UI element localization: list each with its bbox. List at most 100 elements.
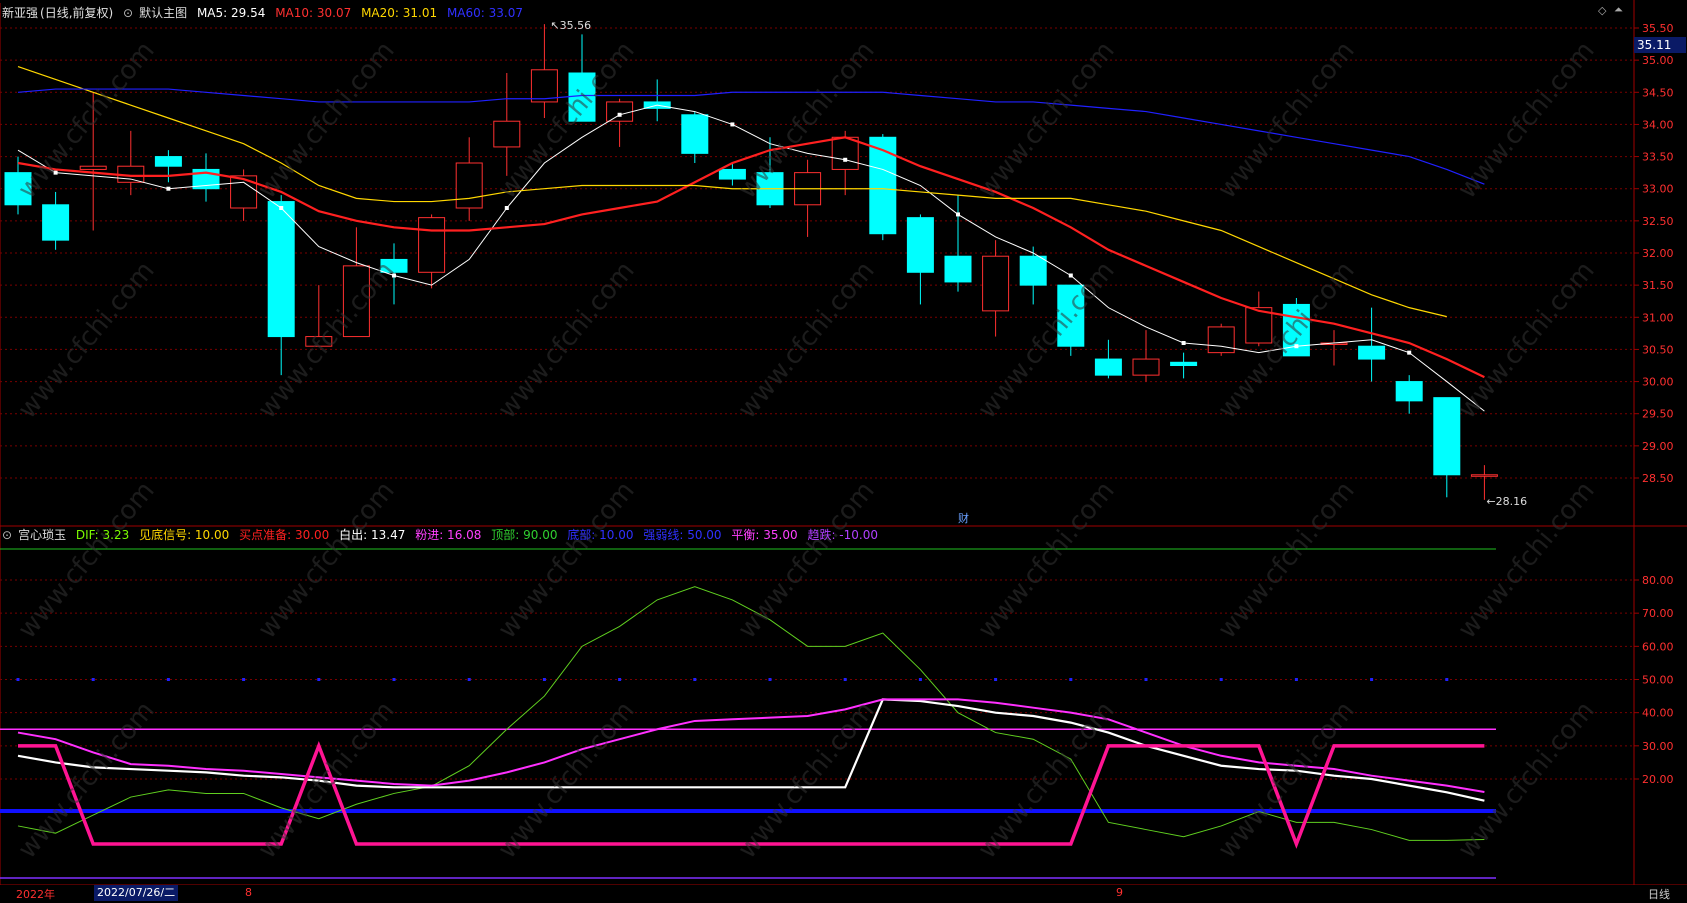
triangle-icon[interactable]: ⏶: [1614, 3, 1623, 17]
strong-weak-dot: [768, 678, 772, 681]
candle-body: [79, 165, 107, 170]
price-axis-label: 34.50: [1642, 86, 1674, 99]
pink-in-value: 粉进: 16.08: [415, 528, 482, 542]
price-axis-label: 28.50: [1642, 472, 1674, 485]
watermark-text: www.cfchi.com: [492, 476, 640, 645]
date-bar: 2022年 2022/07/26/二 8 9 日线: [0, 885, 1687, 903]
candle-body: [1170, 361, 1198, 366]
candle-body: [42, 204, 70, 241]
price-axis-label: 29.00: [1642, 440, 1674, 453]
sub-axis-label: 20.00: [1642, 773, 1674, 786]
ma5-marker: [504, 206, 509, 210]
strong-weak-dot: [166, 678, 170, 681]
sub-axis-label: 70.00: [1642, 607, 1674, 620]
price-axis-label: 32.00: [1642, 247, 1674, 260]
ma5-value: MA5: 29.54: [196, 6, 266, 20]
candle-body: [230, 175, 258, 209]
cursor-date: 2022/07/26/二: [94, 885, 179, 901]
price-axis-label: 32.50: [1642, 215, 1674, 228]
strong-weak-dot: [693, 678, 697, 681]
strong-weak-dot: [1219, 678, 1223, 681]
candle-body: [455, 162, 483, 209]
adjust-mode: (日线,前复权): [40, 6, 114, 20]
ma5-marker: [617, 112, 622, 117]
strong-weak-dot: [1294, 678, 1298, 681]
strong-weak-dot: [994, 678, 998, 681]
candle-body: [1470, 474, 1498, 477]
price-axis-label: 30.00: [1642, 376, 1674, 389]
price-axis-label: 34.00: [1642, 118, 1674, 131]
candle-body: [906, 217, 934, 273]
candle-body: [1395, 381, 1423, 402]
watermark-text: www.cfchi.com: [252, 696, 400, 865]
candle-body: [1358, 345, 1386, 360]
ma5-marker: [730, 122, 735, 127]
candle-body: [1019, 255, 1047, 286]
low-price-label: ←28.16: [1486, 495, 1527, 508]
watermark-text: www.cfchi.com: [252, 476, 400, 645]
strong-weak-dot: [1069, 678, 1073, 681]
main-chart-header: 新亚强 (日线,前复权) ⊙ 默认主图 MA5: 29.54 MA10: 30.07…: [2, 4, 529, 21]
watermark-text: www.cfchi.com: [732, 696, 880, 865]
current-price-tag: 35.11: [1634, 37, 1686, 53]
ma60-value: MA60: 33.07: [446, 6, 523, 20]
watermark-text: www.cfchi.com: [252, 36, 400, 205]
watermark-text: www.cfchi.com: [1212, 696, 1360, 865]
candle-body: [493, 120, 521, 148]
candle-body: [681, 114, 709, 154]
indicator-name[interactable]: 宫心琐玉: [18, 528, 66, 542]
bottom-value: 底部: 10.00: [567, 528, 634, 542]
chevron-down-icon[interactable]: ⊙: [123, 6, 133, 20]
watermark-text: www.cfchi.com: [972, 696, 1120, 865]
period-label[interactable]: 日线: [1648, 886, 1670, 902]
sub-axis-label: 80.00: [1642, 574, 1674, 587]
watermark-text: www.cfchi.com: [732, 476, 880, 645]
candle-body: [982, 255, 1010, 312]
chart-canvas[interactable]: 35.50 35.00 34.50 34.00 33.50 33.00 32.50 32.00…: [0, 0, 1687, 903]
strong-weak-dot: [1144, 678, 1148, 681]
price-axis-label: 35.50: [1642, 22, 1674, 35]
price-axis-label: 30.50: [1642, 343, 1674, 356]
price-axis-label: 35.00: [1642, 54, 1674, 67]
chevron-down-icon[interactable]: ⊙: [2, 528, 12, 542]
strong-weak-dot: [1370, 678, 1374, 681]
strong-weak-dot: [542, 678, 546, 681]
watermark-text: www.cfchi.com: [492, 696, 640, 865]
watermark-text: www.cfchi.com: [1452, 256, 1600, 425]
sub-axis-label: 30.00: [1642, 740, 1674, 753]
strong-weak-dot: [918, 678, 922, 681]
sub-chart-header: ⊙ 宫心琐玉 DIF: 3.23 见底信号: 10.00 买点准备: 30.00 …: [2, 526, 884, 543]
candle-body: [869, 136, 897, 235]
ma5-marker: [843, 157, 848, 162]
watermark-text: www.cfchi.com: [1212, 476, 1360, 645]
candle-body: [944, 255, 972, 283]
strong-weak-dot: [317, 678, 321, 681]
strong-weak-dot: [91, 678, 95, 681]
candle-body: [1207, 326, 1235, 354]
ma5-marker: [956, 212, 960, 217]
white-out-value: 白出: 13.47: [339, 528, 406, 542]
watermark-text: www.cfchi.com: [972, 36, 1120, 205]
strong-weak-dot: [843, 678, 847, 681]
month-sep-label: 9: [1116, 886, 1123, 899]
watermark-text: www.cfchi.com: [1452, 696, 1600, 865]
strong-weak-dot: [392, 678, 396, 681]
candle-body: [418, 217, 446, 273]
candle-body: [1094, 358, 1122, 376]
diamond-icon[interactable]: ◇: [1598, 4, 1606, 17]
main-view-label[interactable]: 默认主图: [139, 6, 187, 20]
ma20-value: MA20: 31.01: [361, 6, 438, 20]
strong-weak-dot: [16, 678, 20, 681]
candle-body: [831, 136, 859, 170]
candle-body: [1132, 358, 1160, 376]
watermark-text: www.cfchi.com: [12, 476, 160, 645]
buy-prep-value: 买点准备: 30.00: [239, 528, 330, 542]
price-axis-label: 31.00: [1642, 311, 1674, 324]
balance-value: 平衡: 35.00: [731, 528, 798, 542]
top-value: 顶部: 90.00: [491, 528, 558, 542]
strong-weak-dot: [1445, 678, 1449, 681]
watermark-text: www.cfchi.com: [1452, 36, 1600, 205]
sub-axis-label: 40.00: [1642, 707, 1674, 720]
watermark-text: www.cfchi.com: [12, 256, 160, 425]
strong-weak-dot: [467, 678, 471, 681]
